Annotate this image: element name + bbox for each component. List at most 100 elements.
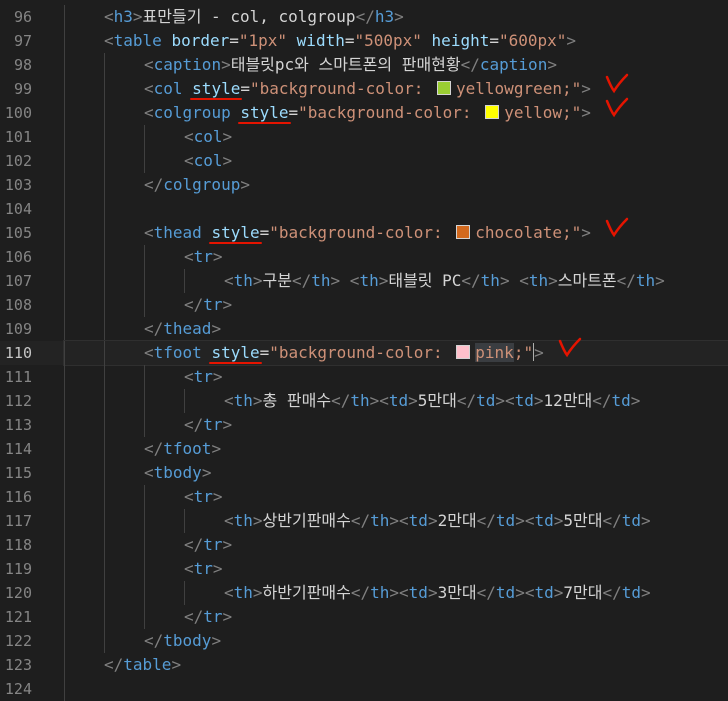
indent-guide <box>64 485 65 509</box>
line-code[interactable]: <tfoot style="background-color: pink;"> <box>63 337 728 366</box>
token-br: < <box>144 55 154 74</box>
token-br: </ <box>184 415 204 434</box>
line-code[interactable]: <th>하반기판매수</th><td>3만대</td><td>7만대</td> <box>64 581 728 605</box>
token-tag: th <box>311 271 331 290</box>
token-tag: tr <box>193 559 213 578</box>
indent-guide <box>104 101 105 125</box>
line-code[interactable]: </table> <box>64 653 728 677</box>
code-content: </tr> <box>184 413 232 437</box>
code-line[interactable]: 110 <tfoot style="background-color: pink;… <box>0 337 728 366</box>
code-line[interactable]: 111 <tr> <box>0 365 728 389</box>
indent-guide <box>64 389 65 413</box>
indent-guide <box>144 413 145 437</box>
line-code[interactable]: </tr> <box>64 293 728 317</box>
code-content: <col> <box>184 149 232 173</box>
indent-guide <box>64 125 65 149</box>
line-number: 110 <box>4 344 32 362</box>
code-line[interactable]: 119 <tr> <box>0 557 728 581</box>
line-number: 103 <box>4 176 32 194</box>
token-tag: tbody <box>163 631 212 650</box>
line-code[interactable]: </tr> <box>64 605 728 629</box>
token-txt: 3만대 <box>437 583 477 602</box>
color-swatch-chocolate[interactable] <box>456 225 471 239</box>
token-br: > <box>201 463 212 482</box>
code-line[interactable]: 120 <th>하반기판매수</th><td>3만대</td><td>7만대</t… <box>0 581 728 605</box>
token-attr: style <box>240 103 289 122</box>
line-code[interactable]: <th>구분</th> <th>태블릿 PC</th> <th>스마트폰</th… <box>64 269 728 293</box>
line-code[interactable]: <colgroup style="background-color: yello… <box>64 97 728 125</box>
color-swatch-yellow[interactable] <box>485 105 500 119</box>
indent-guide <box>144 581 145 605</box>
code-line[interactable]: 100 <colgroup style="background-color: ye… <box>0 97 728 125</box>
indent-guide <box>64 341 65 365</box>
line-number: 96 <box>13 8 32 26</box>
token-tag: col <box>193 127 223 146</box>
line-number: 99 <box>13 80 32 98</box>
token-txt: 표만들기 - col, colgroup <box>142 7 356 26</box>
code-line[interactable]: 117 <th>상반기판매수</th><td>2만대</td><td>5만대</t… <box>0 509 728 533</box>
line-code[interactable]: </thead> <box>64 317 728 341</box>
line-code[interactable]: <table border="1px" width="500px" height… <box>64 29 728 53</box>
code-line[interactable]: 109 </thead> <box>0 317 728 341</box>
code-line[interactable]: 97 <table border="1px" width="500px" heig… <box>0 29 728 53</box>
token-tag: h3 <box>374 7 395 26</box>
indent-guide <box>104 485 105 509</box>
line-code[interactable]: </tbody> <box>64 629 728 653</box>
line-code[interactable]: <tr> <box>64 557 728 581</box>
line-code[interactable]: </colgroup> <box>64 173 728 197</box>
code-line[interactable]: 113 </tr> <box>0 413 728 437</box>
token-br: >< <box>389 511 409 530</box>
color-swatch-yellowgreen[interactable] <box>437 81 452 95</box>
line-code[interactable]: <tbody> <box>64 461 728 485</box>
line-code[interactable]: <tr> <box>64 245 728 269</box>
indent-guide <box>184 581 185 605</box>
code-line[interactable]: 114 </tfoot> <box>0 437 728 461</box>
code-line[interactable]: 123 </table> <box>0 653 728 677</box>
code-line[interactable]: 106 <tr> <box>0 245 728 269</box>
line-code[interactable]: <col> <box>64 125 728 149</box>
indent-guide <box>184 269 185 293</box>
line-code[interactable]: <col> <box>64 149 728 173</box>
code-line[interactable]: 118 </tr> <box>0 533 728 557</box>
indent-guide <box>64 629 65 653</box>
line-number: 114 <box>4 440 32 458</box>
code-line[interactable]: 116 <tr> <box>0 485 728 509</box>
token-tag: td <box>534 511 554 530</box>
code-line[interactable]: 96 <h3>표만들기 - col, colgroup</h3> <box>0 5 728 29</box>
code-line[interactable]: 115 <tbody> <box>0 461 728 485</box>
code-line[interactable]: 124 <box>0 677 728 701</box>
token-br: > <box>252 271 263 290</box>
indent-guide <box>104 629 105 653</box>
token-txt: 하반기판매수 <box>262 583 351 602</box>
code-line[interactable]: 101 <col> <box>0 125 728 149</box>
token-attr: width <box>296 31 345 50</box>
line-code[interactable]: </tr> <box>64 413 728 437</box>
indent-guide <box>184 509 185 533</box>
line-code[interactable]: <thead style="background-color: chocolat… <box>64 217 728 245</box>
line-code[interactable]: <h3>표만들기 - col, colgroup</h3> <box>64 5 728 29</box>
token-br: > <box>211 319 222 338</box>
code-line[interactable]: 102 <col> <box>0 149 728 173</box>
line-code[interactable]: </tfoot> <box>64 437 728 461</box>
code-line[interactable]: 112 <th>총 판매수</th><td>5만대</td><td>12만대</t… <box>0 389 728 413</box>
line-code[interactable]: </tr> <box>64 533 728 557</box>
line-code[interactable]: <tr> <box>64 485 728 509</box>
indent-guide <box>104 437 105 461</box>
indent-guide <box>64 29 65 53</box>
code-line[interactable]: 121 </tr> <box>0 605 728 629</box>
code-line[interactable]: 105 <thead style="background-color: choco… <box>0 217 728 245</box>
code-editor[interactable]: 96 <h3>표만들기 - col, colgroup</h3> 97 <table … <box>0 0 728 701</box>
line-code[interactable]: <th>총 판매수</th><td>5만대</td><td>12만대</td> <box>64 389 728 413</box>
code-line[interactable]: 107 <th>구분</th> <th>태블릿 PC</th> <th>스마트폰<… <box>0 269 728 293</box>
color-swatch-pink[interactable] <box>456 345 471 359</box>
code-line[interactable]: 103 </colgroup> <box>0 173 728 197</box>
token-br: > <box>548 271 558 290</box>
token-br: </ <box>460 55 480 74</box>
code-line[interactable]: 108 </tr> <box>0 293 728 317</box>
token-br: </ <box>144 631 164 650</box>
line-code[interactable]: <th>상반기판매수</th><td>2만대</td><td>5만대</td> <box>64 509 728 533</box>
code-line[interactable]: 122 </tbody> <box>0 629 728 653</box>
line-code[interactable]: <tr> <box>64 365 728 389</box>
token-str: "background-color: <box>249 79 434 98</box>
line-code[interactable] <box>64 677 728 701</box>
